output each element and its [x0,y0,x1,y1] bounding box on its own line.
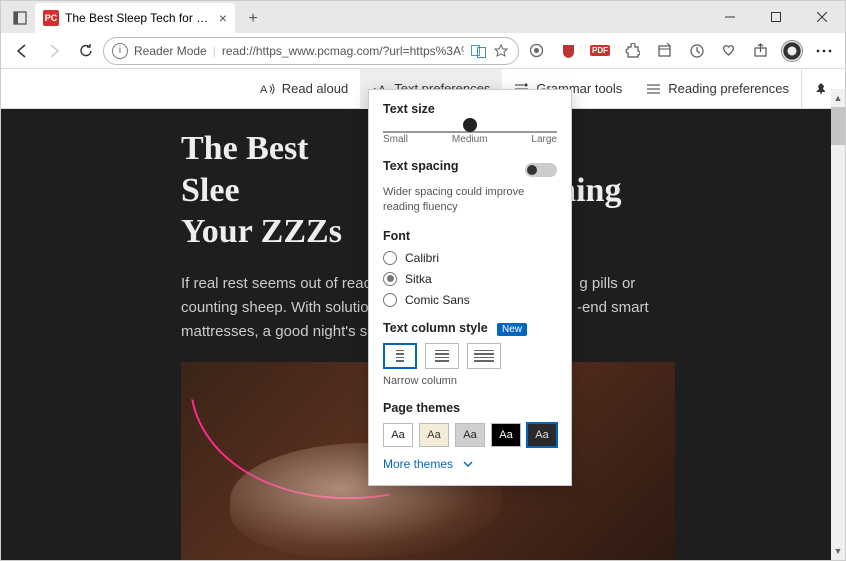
separator: | [213,44,216,58]
favorite-icon[interactable] [492,42,510,60]
slider-label-small: Small [383,134,408,145]
address-bar[interactable]: i Reader Mode | read://https_www.pcmag.c… [103,37,519,65]
font-option-label: Comic Sans [405,293,470,307]
ext-icon-1[interactable] [521,36,551,66]
font-option-calibri[interactable]: Calibri [383,251,557,265]
chevron-down-icon [463,461,473,467]
column-narrow-button[interactable] [383,343,417,369]
read-aloud-label: Read aloud [282,81,349,96]
tab-title: The Best Sleep Tech for Catching [65,11,213,25]
ext-icon-ublock[interactable] [553,36,583,66]
font-option-comic-sans[interactable]: Comic Sans [383,293,557,307]
font-heading: Font [383,229,557,243]
font-option-sitka[interactable]: Sitka [383,272,557,286]
read-aloud-icon: A [260,82,276,96]
column-medium-button[interactable] [425,343,459,369]
radio-icon [383,293,397,307]
close-window-button[interactable] [799,1,845,33]
column-caption: Narrow column [383,375,557,387]
profile-button[interactable] [777,36,807,66]
read-aloud-button[interactable]: A Read aloud [248,69,361,109]
reader-mode-label: Reader Mode [134,44,207,58]
theme-swatch-4[interactable]: Aa [527,423,557,447]
slider-label-large: Large [531,134,557,145]
text-size-heading: Text size [383,102,557,116]
browser-tab[interactable]: PC The Best Sleep Tech for Catching × [35,3,235,33]
new-tab-button[interactable]: + [239,5,267,33]
radio-icon [383,272,397,286]
radio-icon [383,251,397,265]
font-option-label: Sitka [405,272,432,286]
reading-prefs-icon [646,82,662,96]
theme-swatch-3[interactable]: Aa [491,423,521,447]
slider-label-medium: Medium [452,134,488,145]
scroll-down-icon[interactable]: ▼ [831,544,845,558]
history-button[interactable] [681,36,711,66]
maximize-button[interactable] [753,1,799,33]
text-spacing-description: Wider spacing could improve reading flue… [383,185,557,215]
window-controls [707,1,845,33]
theme-swatch-0[interactable]: Aa [383,423,413,447]
font-option-label: Calibri [405,251,439,265]
vertical-scrollbar[interactable]: ▲ ▼ [831,89,845,560]
text-spacing-toggle[interactable] [525,163,557,177]
translate-icon[interactable] [470,42,488,60]
favicon: PC [43,10,59,26]
text-spacing-heading: Text spacing [383,159,458,173]
menu-button[interactable] [809,36,839,66]
tab-actions-icon [13,11,27,25]
refresh-button[interactable] [71,36,101,66]
text-size-slider[interactable] [383,124,557,126]
minimize-button[interactable] [707,1,753,33]
reading-prefs-label: Reading preferences [668,81,789,96]
favorites-button[interactable] [713,36,743,66]
more-themes-link[interactable]: More themes [383,457,557,471]
back-button[interactable] [7,36,37,66]
svg-text:A: A [260,84,268,96]
close-tab-icon[interactable]: × [219,10,227,26]
ext-icon-pdf[interactable]: PDF [585,36,615,66]
theme-swatch-1[interactable]: Aa [419,423,449,447]
avatar-icon [781,40,803,62]
forward-button[interactable] [39,36,69,66]
url-text: read://https_www.pcmag.com/?url=https%3A… [222,44,464,58]
share-button[interactable] [745,36,775,66]
scroll-up-icon[interactable]: ▲ [831,91,845,105]
reading-preferences-button[interactable]: Reading preferences [634,69,801,109]
window-titlebar: PC The Best Sleep Tech for Catching × + [1,1,845,33]
pdf-badge: PDF [590,45,610,56]
scroll-thumb[interactable] [831,107,845,145]
nav-toolbar: i Reader Mode | read://https_www.pcmag.c… [1,33,845,69]
site-info-icon[interactable]: i [112,43,128,59]
slider-thumb[interactable] [463,118,477,132]
tab-strip: PC The Best Sleep Tech for Catching × + [1,1,707,33]
text-preferences-panel: Text size Small Medium Large Text spacin… [368,89,572,486]
column-style-heading: Text column style [383,321,488,335]
theme-swatch-2[interactable]: Aa [455,423,485,447]
page-themes-heading: Page themes [383,401,557,415]
pin-icon [814,82,825,96]
extensions-button[interactable] [617,36,647,66]
collections-button[interactable] [649,36,679,66]
new-badge: New [497,323,527,336]
tab-actions-button[interactable] [5,3,35,33]
column-wide-button[interactable] [467,343,501,369]
